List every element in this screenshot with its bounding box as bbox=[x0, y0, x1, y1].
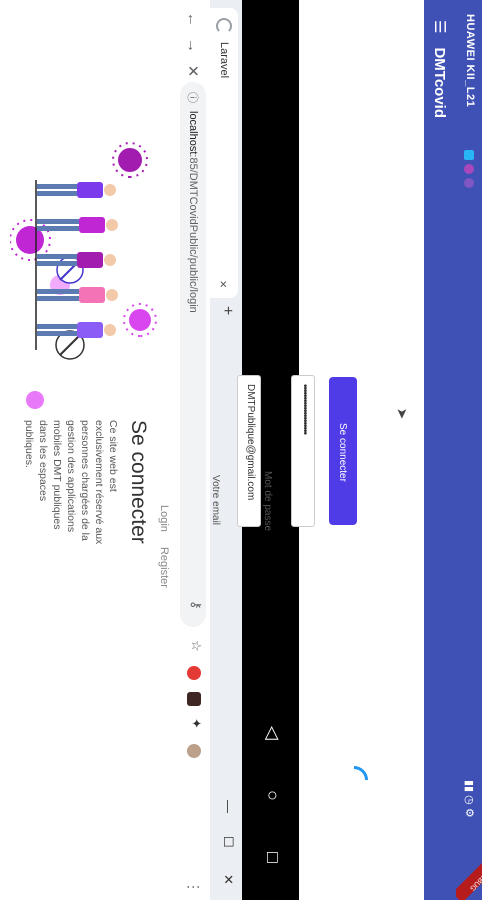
email-value: DMTPublique@gmail.com bbox=[245, 384, 256, 501]
login-page: Login Register Se connecter Ce site web … bbox=[0, 0, 176, 900]
browser-menu-icon[interactable]: ⋮ bbox=[185, 880, 202, 894]
loading-spinner-icon bbox=[334, 760, 374, 800]
tab-title: Laravel bbox=[218, 42, 230, 79]
url-host: localhost bbox=[187, 111, 199, 155]
password-label: Mot de passe bbox=[262, 471, 273, 532]
browser-toolbar: ← → ✕ ⌂ ⓘ localhost:85/DMTCovidPublic/pu… bbox=[175, 0, 210, 900]
key-icon[interactable]: ⚷ bbox=[188, 600, 204, 610]
status-icon-2 bbox=[464, 164, 474, 174]
login-form: Se connecter Ce site web est exclusiveme… bbox=[22, 420, 150, 750]
window-maximize-button[interactable]: ☐ bbox=[220, 836, 236, 848]
back-arrow-icon[interactable]: ← bbox=[185, 12, 202, 27]
email-label: Votre email bbox=[210, 475, 221, 526]
nav-register-link[interactable]: Register bbox=[158, 547, 170, 588]
auth-nav: Login Register bbox=[158, 505, 170, 600]
password-group: Mot de passe •••••••••••••••••••• bbox=[262, 375, 317, 531]
hamburger-menu-icon[interactable]: ☰ bbox=[431, 20, 449, 33]
home-circle-icon[interactable]: ○ bbox=[262, 790, 283, 801]
bookmark-star-icon[interactable]: ☆ bbox=[189, 640, 204, 654]
window-close-button[interactable]: ✕ bbox=[220, 874, 236, 885]
people-virus-illustration bbox=[10, 142, 157, 409]
app-title: DMTcovid bbox=[431, 47, 449, 119]
page-title: Se connecter bbox=[127, 420, 150, 544]
page-description: Ce site web est exclusivement réservé au… bbox=[23, 420, 119, 545]
stop-icon[interactable]: ✕ bbox=[184, 64, 202, 78]
extension-brown-icon[interactable] bbox=[187, 692, 201, 706]
status-icon-1 bbox=[464, 150, 474, 160]
address-bar[interactable]: ⓘ localhost:85/DMTCovidPublic/public/log… bbox=[180, 82, 206, 627]
browser-tab[interactable]: Laravel × bbox=[210, 8, 238, 298]
password-value: •••••••••••••••••••• bbox=[299, 384, 310, 435]
status-icon-3 bbox=[464, 178, 474, 188]
app-bar: ☰ DMTcovid bbox=[424, 0, 456, 900]
password-input[interactable]: •••••••••••••••••••• bbox=[291, 375, 315, 527]
site-info-icon[interactable]: ⓘ bbox=[185, 92, 201, 103]
url-path: :85/DMTCovidPublic/public/login bbox=[187, 154, 199, 313]
extension-red-icon[interactable] bbox=[187, 666, 201, 680]
address-url: localhost:85/DMTCovidPublic/public/login bbox=[187, 111, 199, 313]
nav-login-link[interactable]: Login bbox=[158, 505, 170, 532]
back-triangle-icon[interactable]: ◁ bbox=[262, 726, 283, 740]
tab-close-icon[interactable]: × bbox=[217, 280, 232, 288]
device-name: HUAWEI KII_L21 bbox=[464, 14, 476, 108]
debug-badge: DEBUG bbox=[452, 853, 482, 900]
recents-square-icon[interactable]: □ bbox=[262, 852, 283, 863]
mouse-cursor-icon: ➤ bbox=[394, 407, 411, 420]
status-battery-icon: ▮▮ ◷ ⚙ bbox=[463, 780, 475, 818]
submit-button[interactable]: Se connecter bbox=[329, 377, 357, 525]
email-input[interactable]: DMTPublique@gmail.com bbox=[237, 375, 261, 527]
forward-arrow-icon[interactable]: → bbox=[185, 38, 202, 53]
extensions-puzzle-icon[interactable]: ✦ bbox=[189, 718, 204, 732]
profile-avatar[interactable] bbox=[187, 744, 201, 758]
submit-label: Se connecter bbox=[337, 423, 348, 482]
tab-loading-icon bbox=[216, 18, 232, 34]
app-body bbox=[299, 0, 424, 900]
window-minimize-button[interactable]: — bbox=[221, 800, 236, 813]
browser-window: Laravel × + — ☐ ✕ ← → ✕ ⌂ ⓘ localhost:85… bbox=[0, 0, 242, 900]
new-tab-button[interactable]: + bbox=[218, 306, 236, 315]
email-group: Votre email DMTPublique@gmail.com bbox=[210, 375, 261, 527]
android-status-bar: HUAWEI KII_L21 ▮▮ ◷ ⚙ DEBUG bbox=[452, 0, 482, 900]
